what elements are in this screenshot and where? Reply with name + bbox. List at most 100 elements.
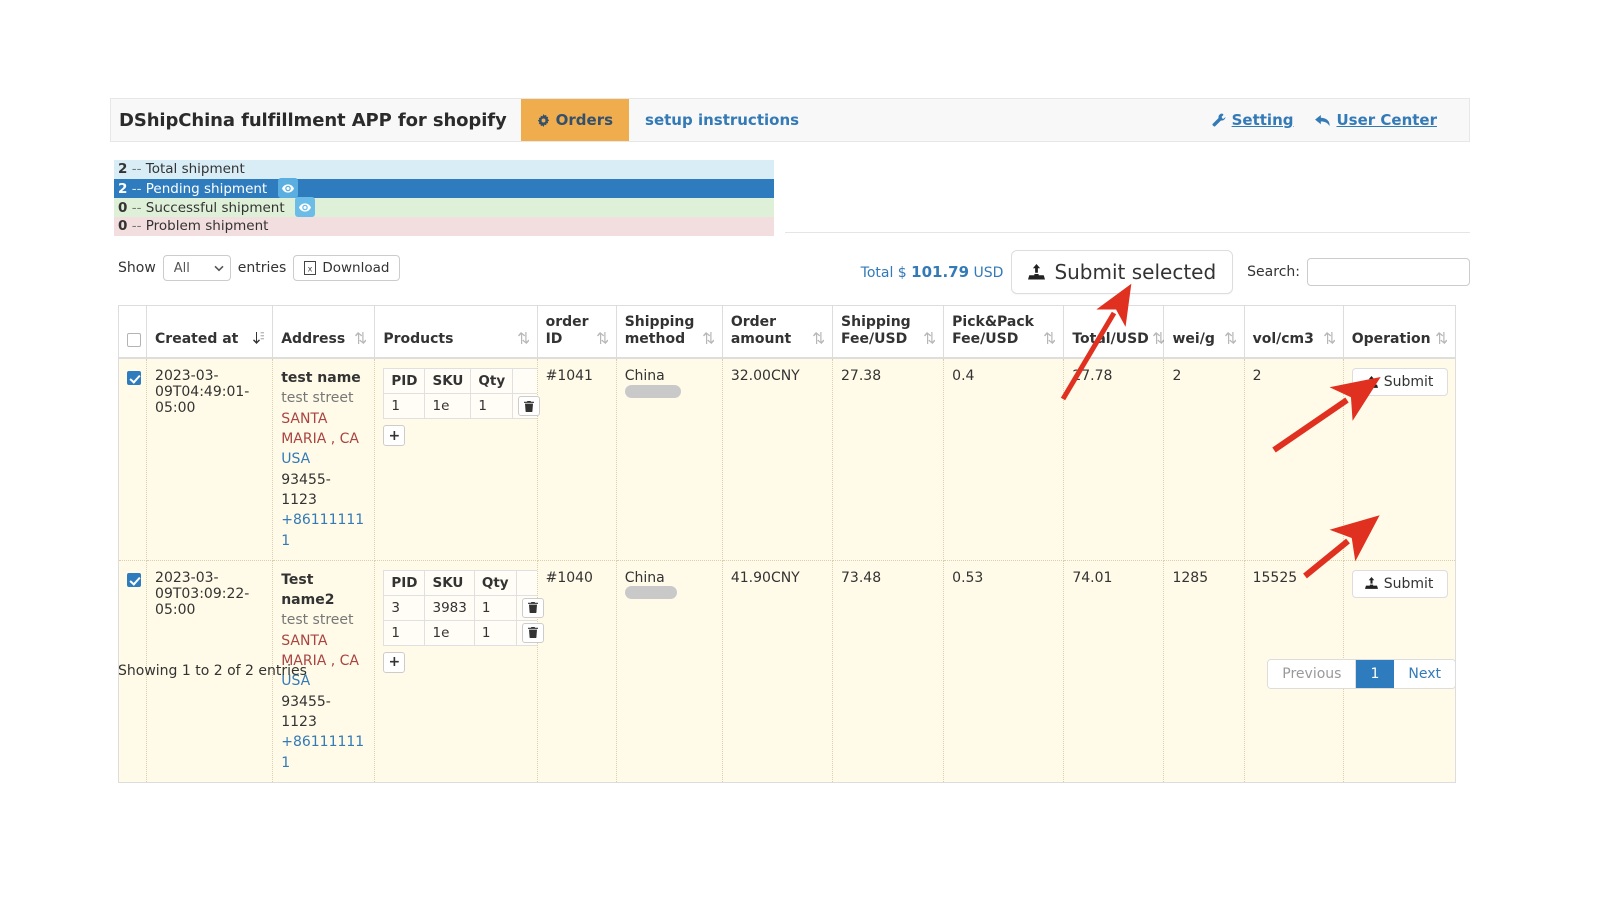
- products-th-qty: Qty: [470, 368, 514, 395]
- address-country: USA: [281, 451, 311, 468]
- products-table: PID SKU Qty 3 3983 1 1 1e 1: [383, 569, 550, 646]
- trash-icon[interactable]: [518, 396, 541, 417]
- row-submit-button[interactable]: Submit: [1351, 569, 1449, 598]
- th-weight[interactable]: wei/g: [1163, 305, 1245, 360]
- cell-shipping-method: China: [615, 559, 723, 783]
- th-created-at[interactable]: Created at: [146, 305, 274, 360]
- user-center-link-label: User Center: [1336, 111, 1437, 129]
- products-th-sku: SKU: [424, 569, 475, 596]
- product-qty: 1: [470, 393, 514, 420]
- submit-selected-button[interactable]: Submit selected: [1011, 250, 1234, 294]
- th-order-id[interactable]: order ID: [536, 305, 617, 360]
- trash-icon[interactable]: [521, 597, 544, 618]
- th-shipping-method[interactable]: Shipping method: [615, 305, 723, 360]
- pagination: Previous 1 Next: [1267, 659, 1456, 689]
- status-problem-label: Problem shipment: [145, 218, 269, 234]
- setting-link-label: Setting: [1231, 111, 1294, 129]
- search-input[interactable]: [1307, 258, 1470, 286]
- cell-weight: 1285: [1163, 559, 1245, 783]
- th-weight-label: wei/g: [1172, 331, 1215, 348]
- row-select-checkbox[interactable]: [127, 572, 141, 587]
- th-shipping-method-label: Shipping method: [624, 314, 695, 348]
- th-total-usd[interactable]: Total/USD: [1063, 305, 1165, 360]
- sort-icon: [355, 331, 367, 349]
- th-shipping-fee[interactable]: Shipping Fee/USD: [832, 305, 945, 360]
- pagination-previous[interactable]: Previous: [1268, 660, 1357, 688]
- row-select-checkbox[interactable]: [127, 371, 141, 386]
- table-row: 2023-03-09T04:49:01-05:00 test name test…: [117, 357, 1457, 561]
- th-order-amount[interactable]: Order amount: [721, 305, 834, 360]
- th-operation[interactable]: Operation: [1342, 305, 1457, 360]
- table-info: Showing 1 to 2 of 2 entries: [118, 663, 307, 679]
- row-submit-label: Submit: [1383, 374, 1434, 391]
- orders-table-wrapper: Created at Address Products order ID Shi…: [117, 305, 1457, 783]
- total-prefix: Total $: [860, 265, 907, 281]
- th-address[interactable]: Address: [272, 305, 376, 360]
- upload-icon: [1364, 577, 1378, 590]
- select-all-checkbox[interactable]: [127, 333, 141, 348]
- cell-address: test name test street SANTA MARIA , CA U…: [272, 357, 376, 561]
- trash-icon[interactable]: [521, 622, 544, 643]
- th-products[interactable]: Products: [374, 305, 538, 360]
- cell-created-at: 2023-03-09T04:49:01-05:00: [146, 357, 274, 561]
- product-pid: 1: [383, 393, 426, 420]
- gear-icon: [537, 113, 550, 127]
- cell-volume: 2: [1243, 357, 1344, 561]
- cell-products: PID SKU Qty 3 3983 1 1 1e 1 +: [374, 559, 550, 783]
- tab-setup-instructions[interactable]: setup instructions: [629, 99, 815, 141]
- redaction-blob: [624, 384, 681, 398]
- th-volume[interactable]: vol/cm3: [1243, 305, 1344, 360]
- sort-icon: [1044, 331, 1056, 349]
- address-phone: +861111111: [281, 512, 365, 549]
- length-select[interactable]: All: [162, 255, 231, 281]
- navbar: DShipChina fulfillment APP for shopify O…: [110, 98, 1470, 142]
- pagination-page-1[interactable]: 1: [1356, 660, 1395, 688]
- pagination-next[interactable]: Next: [1394, 660, 1455, 688]
- products-header-row: PID SKU Qty: [383, 368, 547, 395]
- status-bar-total[interactable]: 2 -- Total shipment: [114, 160, 774, 179]
- address-zip: 93455-1123: [281, 471, 331, 508]
- product-sku: 1e: [424, 619, 475, 646]
- th-address-label: Address: [281, 331, 346, 348]
- th-volume-label: vol/cm3: [1252, 331, 1314, 348]
- status-successful-count: 0: [118, 200, 128, 216]
- navbar-right: Setting User Center: [1212, 99, 1469, 141]
- products-header-row: PID SKU Qty: [383, 569, 550, 596]
- sort-icon: [1152, 331, 1165, 349]
- cell-total-usd: 27.78: [1063, 357, 1165, 561]
- status-bar-successful[interactable]: 0 -- Successful shipment: [114, 197, 774, 217]
- total-value: 101.79: [911, 263, 970, 281]
- tab-setup-instructions-label: setup instructions: [645, 111, 800, 129]
- submit-selected-label: Submit selected: [1054, 260, 1217, 284]
- address-phone: +861111111: [281, 734, 365, 771]
- th-shipping-fee-label: Shipping Fee/USD: [841, 314, 911, 348]
- shipping-method-text: China: [624, 368, 665, 385]
- download-button[interactable]: x Download: [293, 255, 401, 281]
- user-center-link[interactable]: User Center: [1315, 111, 1437, 129]
- product-pid: 1: [383, 619, 426, 646]
- status-bar-problem[interactable]: 0 -- Problem shipment: [114, 217, 774, 236]
- reply-icon: [1315, 114, 1331, 127]
- search-control: Search:: [1247, 258, 1470, 286]
- cell-shipping-fee: 27.38: [832, 357, 945, 561]
- cell-shipping-method: China: [615, 357, 723, 561]
- row-submit-button[interactable]: Submit: [1351, 368, 1449, 397]
- products-th-pid: PID: [383, 368, 426, 395]
- product-row: 1 1e 1: [383, 619, 550, 646]
- address-street: test street: [281, 612, 354, 629]
- table-length-controls: Show All entries x Download: [118, 255, 401, 281]
- shipping-method-text: China: [624, 569, 665, 586]
- th-pick-pack-fee[interactable]: Pick&Pack Fee/USD: [943, 305, 1065, 360]
- eye-icon[interactable]: [277, 178, 298, 198]
- add-product-button[interactable]: +: [383, 651, 406, 673]
- tab-orders[interactable]: Orders: [520, 99, 630, 141]
- add-product-button[interactable]: +: [383, 425, 406, 447]
- th-operation-label: Operation: [1351, 331, 1431, 348]
- eye-icon[interactable]: [294, 197, 315, 217]
- table-action-controls: Total $ 101.79 USD Submit selected Searc…: [861, 250, 1470, 294]
- status-bar-pending[interactable]: 2 -- Pending shipment: [114, 178, 774, 198]
- setting-link[interactable]: Setting: [1212, 111, 1294, 129]
- th-total-usd-label: Total/USD: [1072, 331, 1149, 348]
- upload-icon: [1364, 375, 1378, 389]
- status-pending-label: Pending shipment: [145, 181, 268, 197]
